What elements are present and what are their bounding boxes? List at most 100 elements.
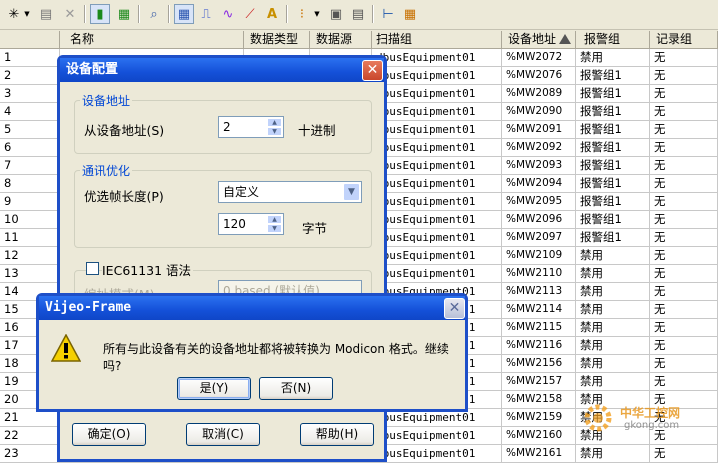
- frame-length-select[interactable]: 自定义 ▼: [218, 181, 362, 203]
- cell-alarm-group[interactable]: 报警组1: [576, 157, 650, 175]
- cell-device-address[interactable]: %MW2092: [502, 139, 576, 157]
- cell-log-group[interactable]: 无: [650, 247, 718, 265]
- text-a-icon[interactable]: A: [262, 4, 282, 24]
- cell-log-group[interactable]: 无: [650, 157, 718, 175]
- cell-device-address[interactable]: %MW2159: [502, 409, 576, 427]
- row-number[interactable]: 5: [0, 121, 60, 139]
- cell-alarm-group[interactable]: 报警组1: [576, 175, 650, 193]
- cell-device-address[interactable]: %MW2096: [502, 211, 576, 229]
- cell-scan-group[interactable]: dbusEquipment01: [372, 229, 502, 247]
- cell-alarm-group[interactable]: 报警组1: [576, 103, 650, 121]
- cell-device-address[interactable]: %MW2090: [502, 103, 576, 121]
- zoom-icon[interactable]: ⌕: [144, 4, 164, 24]
- row-number[interactable]: 22: [0, 427, 60, 445]
- table-icon[interactable]: ▤: [348, 4, 368, 24]
- cell-device-address[interactable]: %MW2072: [502, 49, 576, 67]
- row-number[interactable]: 4: [0, 103, 60, 121]
- cell-log-group[interactable]: 无: [650, 319, 718, 337]
- cell-log-group[interactable]: 无: [650, 193, 718, 211]
- cell-alarm-group[interactable]: 禁用: [576, 301, 650, 319]
- cell-scan-group[interactable]: dbusEquipment01: [372, 175, 502, 193]
- row-number[interactable]: 6: [0, 139, 60, 157]
- cell-device-address[interactable]: %MW2113: [502, 283, 576, 301]
- cell-device-address[interactable]: %MW2109: [502, 247, 576, 265]
- cell-log-group[interactable]: 无: [650, 265, 718, 283]
- cell-scan-group[interactable]: dbusEquipment01: [372, 85, 502, 103]
- cell-log-group[interactable]: 无: [650, 337, 718, 355]
- cell-device-address[interactable]: %MW2114: [502, 301, 576, 319]
- cell-log-group[interactable]: 无: [650, 85, 718, 103]
- row-number[interactable]: 3: [0, 85, 60, 103]
- trend-icon[interactable]: ⟋: [240, 4, 260, 24]
- row-number[interactable]: 1: [0, 49, 60, 67]
- wave-icon[interactable]: ∿: [218, 4, 238, 24]
- cell-scan-group[interactable]: dbusEquipment01: [372, 103, 502, 121]
- cell-scan-group[interactable]: dbusEquipment01: [372, 157, 502, 175]
- cell-device-address[interactable]: %MW2157: [502, 373, 576, 391]
- row-number[interactable]: 23: [0, 445, 60, 463]
- cell-alarm-group[interactable]: 禁用: [576, 355, 650, 373]
- row-number[interactable]: 12: [0, 247, 60, 265]
- dropdown-arrow-icon[interactable]: ▼: [22, 4, 32, 24]
- cell-alarm-group[interactable]: 报警组1: [576, 139, 650, 157]
- stepper-buttons[interactable]: ▲ ▼: [267, 118, 282, 136]
- cell-log-group[interactable]: 无: [650, 175, 718, 193]
- cell-alarm-group[interactable]: 报警组1: [576, 85, 650, 103]
- cell-device-address[interactable]: %MW2094: [502, 175, 576, 193]
- row-number[interactable]: 9: [0, 193, 60, 211]
- chevron-down-icon[interactable]: ▼: [343, 183, 360, 201]
- dropdown-arrow-icon[interactable]: ▼: [312, 4, 322, 24]
- from-address-stepper[interactable]: 2 ▲ ▼: [218, 116, 284, 138]
- iec-checkbox[interactable]: [86, 262, 99, 275]
- cell-scan-group[interactable]: dbusEquipment01: [372, 139, 502, 157]
- cell-scan-group[interactable]: dbusEquipment01: [372, 193, 502, 211]
- cell-log-group[interactable]: 无: [650, 445, 718, 463]
- cell-alarm-group[interactable]: 报警组1: [576, 67, 650, 85]
- cell-log-group[interactable]: 无: [650, 229, 718, 247]
- cell-log-group[interactable]: 无: [650, 373, 718, 391]
- cell-device-address[interactable]: %MW2091: [502, 121, 576, 139]
- cell-log-group[interactable]: 无: [650, 355, 718, 373]
- row-number[interactable]: 2: [0, 67, 60, 85]
- delete-icon[interactable]: ✕: [60, 4, 80, 24]
- sparkle-icon[interactable]: ✳: [4, 4, 24, 24]
- spin-down-icon[interactable]: ▼: [267, 127, 282, 136]
- cell-log-group[interactable]: 无: [650, 301, 718, 319]
- yes-button[interactable]: 是(Y): [177, 377, 251, 400]
- row-number-header[interactable]: [0, 31, 60, 49]
- row-number[interactable]: 13: [0, 265, 60, 283]
- cell-scan-group[interactable]: dbusEquipment01: [372, 121, 502, 139]
- no-button[interactable]: 否(N): [259, 377, 333, 400]
- column-header-name[interactable]: 名称: [60, 31, 244, 49]
- cell-log-group[interactable]: 无: [650, 211, 718, 229]
- spin-up-icon[interactable]: ▲: [267, 215, 282, 224]
- frame-size-stepper[interactable]: 120 ▲ ▼: [218, 213, 284, 235]
- spin-up-icon[interactable]: ▲: [267, 118, 282, 127]
- ok-button[interactable]: 确定(O): [72, 423, 146, 446]
- cell-scan-group[interactable]: dbusEquipment01: [372, 211, 502, 229]
- cell-device-address[interactable]: %MW2161: [502, 445, 576, 463]
- cell-alarm-group[interactable]: 禁用: [576, 337, 650, 355]
- grid-view-icon[interactable]: ▦: [174, 4, 194, 24]
- cell-log-group[interactable]: 无: [650, 139, 718, 157]
- view-tile-icon[interactable]: ▦: [114, 4, 134, 24]
- cell-scan-group[interactable]: dbusEquipment01: [372, 265, 502, 283]
- sheet-icon[interactable]: ▦: [400, 4, 420, 24]
- dialog-title-bar[interactable]: 设备配置: [60, 58, 384, 82]
- cell-alarm-group[interactable]: 禁用: [576, 373, 650, 391]
- cell-alarm-group[interactable]: 禁用: [576, 247, 650, 265]
- window-icon[interactable]: ▣: [326, 4, 346, 24]
- spin-down-icon[interactable]: ▼: [267, 224, 282, 233]
- pulse-icon[interactable]: ⎍: [196, 4, 216, 24]
- cell-scan-group[interactable]: dbusEquipment01: [372, 67, 502, 85]
- cell-log-group[interactable]: 无: [650, 121, 718, 139]
- cell-scan-group[interactable]: dbusEquipment01: [372, 247, 502, 265]
- cell-alarm-group[interactable]: 禁用: [576, 319, 650, 337]
- import-icon[interactable]: ▤: [36, 4, 56, 24]
- cell-log-group[interactable]: 无: [650, 103, 718, 121]
- cell-device-address[interactable]: %MW2115: [502, 319, 576, 337]
- cell-scan-group[interactable]: dbusEquipment01: [372, 49, 502, 67]
- message-box-title-bar[interactable]: Vijeo-Frame: [39, 296, 465, 320]
- cell-device-address[interactable]: %MW2097: [502, 229, 576, 247]
- color-icon[interactable]: ⁝: [292, 4, 312, 24]
